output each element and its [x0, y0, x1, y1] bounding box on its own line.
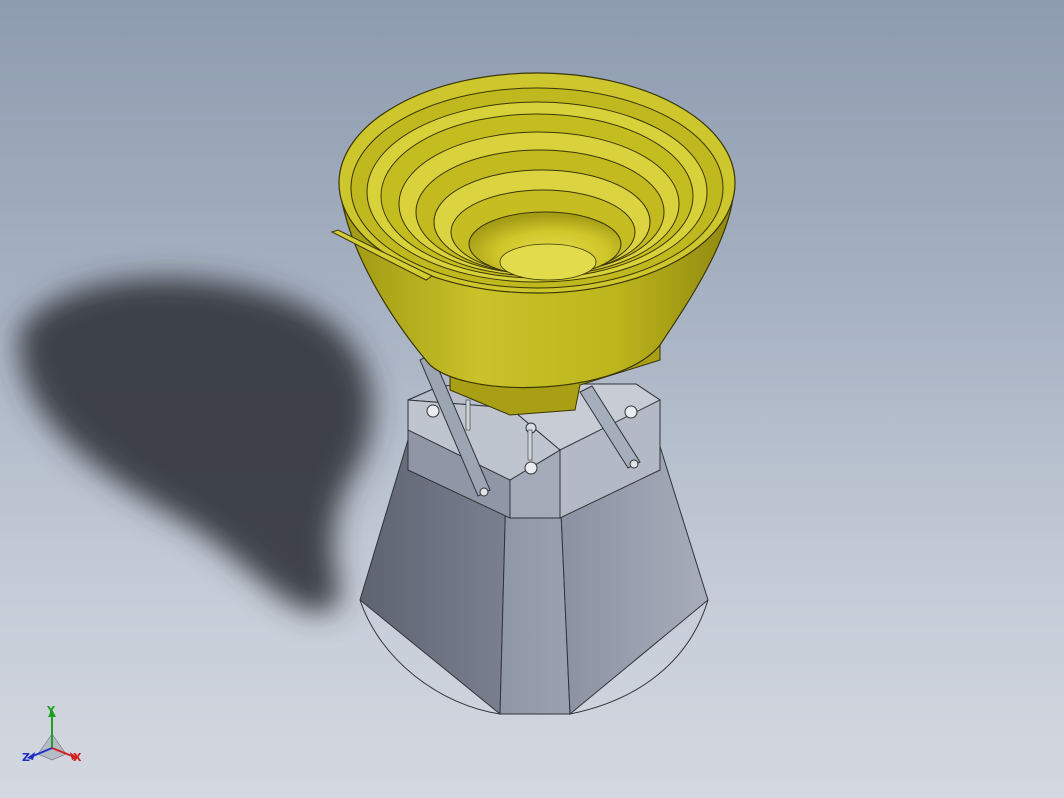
vibratory-bowl[interactable] [330, 72, 736, 416]
y-axis-label: Y [46, 704, 56, 717]
base-stand[interactable] [359, 383, 709, 716]
cad-viewport[interactable]: Y X Z [0, 0, 1064, 798]
z-axis-label: Z [22, 751, 30, 764]
model-shadow [19, 278, 373, 613]
coordinate-triad: Y X Z [22, 704, 82, 764]
x-axis-label: X [73, 751, 82, 764]
